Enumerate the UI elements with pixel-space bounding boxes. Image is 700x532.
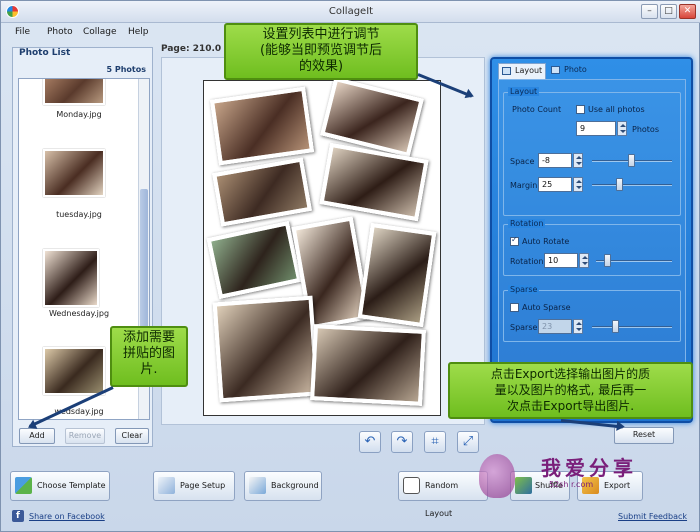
close-button[interactable]: ✕: [679, 4, 696, 19]
watermark-subtitle: 52sh r.com: [549, 480, 594, 489]
photo-list-title: Photo List: [19, 48, 71, 58]
clear-button[interactable]: Clear: [115, 428, 149, 444]
photos-unit-label: Photos: [632, 125, 659, 134]
collage-photo[interactable]: [212, 295, 320, 403]
menu-photo[interactable]: Photo: [47, 27, 73, 37]
margin-label: Margin: [510, 181, 538, 190]
sparse-slider-track[interactable]: [592, 326, 672, 328]
collage-photo[interactable]: [209, 86, 315, 166]
layout-group: Layout Photo Count Use all photos 9 Phot…: [503, 87, 681, 216]
photo-thumbnail[interactable]: [43, 79, 105, 105]
margin-slider-track[interactable]: [592, 184, 672, 186]
rotation-spinner[interactable]: [579, 253, 589, 268]
sparse-group: Sparse Auto Sparse Sparse 23: [503, 285, 681, 342]
collage-photo[interactable]: [319, 142, 429, 222]
tip-callout-settings: 设置列表中进行调节 (能够当即预览调节后 的效果): [224, 23, 418, 80]
tab-photo[interactable]: Photo: [548, 63, 594, 79]
photo-thumbnail[interactable]: [43, 249, 99, 307]
auto-rotate-label: Auto Rotate: [522, 237, 570, 246]
margin-slider-handle[interactable]: [616, 178, 623, 191]
dice-icon: [403, 477, 420, 494]
maximize-button[interactable]: □: [660, 4, 677, 19]
rotation-slider-handle[interactable]: [604, 254, 611, 267]
window-title: CollageIt: [328, 6, 374, 17]
facebook-icon[interactable]: f: [12, 510, 24, 522]
menu-collage[interactable]: Collage: [83, 27, 117, 37]
collage-photo[interactable]: [206, 220, 302, 300]
crop-button[interactable]: ⌗: [424, 431, 446, 453]
rotation-group: Rotation Auto Rotate Rotation 10: [503, 219, 681, 276]
sparse-input[interactable]: 23: [538, 319, 572, 334]
add-button[interactable]: Add: [19, 428, 55, 444]
collage-photo[interactable]: [310, 324, 426, 406]
background-icon: [249, 477, 266, 494]
layout-icon: [502, 67, 511, 75]
photo-count-spinner[interactable]: [617, 121, 627, 136]
photo-icon: [551, 66, 560, 74]
collage-photo[interactable]: [357, 222, 437, 328]
photo-count-label: Photo Count: [512, 105, 562, 114]
space-input[interactable]: -8: [538, 153, 572, 168]
rotation-group-title: Rotation: [508, 219, 546, 228]
margin-spinner[interactable]: [573, 177, 583, 192]
share-on-facebook-link[interactable]: Share on Facebook: [29, 512, 105, 521]
undo-button[interactable]: ↶: [359, 431, 381, 453]
photo-thumbnail[interactable]: [43, 149, 105, 197]
photo-count-input[interactable]: 9: [576, 121, 616, 136]
page-setup-button[interactable]: Page Setup: [153, 471, 235, 501]
remove-button[interactable]: Remove: [65, 428, 105, 444]
auto-rotate-checkbox[interactable]: [510, 235, 519, 246]
auto-sparse-checkbox[interactable]: [510, 303, 519, 312]
photo-thumbnail[interactable]: [43, 347, 105, 395]
fit-icon: ⤢: [462, 434, 474, 449]
page-setup-icon: [158, 477, 175, 494]
choose-template-button[interactable]: Choose Template: [10, 471, 110, 501]
sparse-group-title: Sparse: [508, 285, 540, 294]
redo-icon: ↷: [396, 434, 408, 449]
rotation-label: Rotation: [510, 257, 544, 266]
menu-help[interactable]: Help: [128, 27, 149, 37]
background-button[interactable]: Background: [244, 471, 322, 501]
photo-filename: Monday.jpg: [56, 110, 102, 119]
sparse-slider-handle[interactable]: [612, 320, 619, 333]
crop-icon: ⌗: [431, 434, 439, 449]
auto-sparse-label: Auto Sparse: [522, 303, 571, 312]
photo-count-label: 5 Photos: [106, 65, 147, 74]
collage-photo[interactable]: [212, 157, 312, 227]
space-spinner[interactable]: [573, 153, 583, 168]
sparse-label: Sparse: [510, 323, 538, 332]
app-window: CollageIt – □ ✕ File Photo Collage Help …: [0, 0, 700, 532]
butterfly-icon: [479, 454, 515, 498]
undo-icon: ↶: [364, 434, 376, 449]
redo-button[interactable]: ↷: [391, 431, 413, 453]
margin-input[interactable]: 25: [538, 177, 572, 192]
space-label: Space: [510, 157, 535, 166]
photo-filename: Wednesday.jpg: [48, 309, 110, 318]
sparse-spinner[interactable]: [573, 319, 583, 334]
watermark-logo: 我爱分享 52sh r.com: [469, 448, 697, 510]
tip-callout-add: 添加需要 拼贴的图 片.: [110, 326, 188, 387]
space-slider-handle[interactable]: [628, 154, 635, 167]
use-all-photos-checkbox[interactable]: [576, 105, 585, 114]
rotation-input[interactable]: 10: [544, 253, 578, 268]
minimize-button[interactable]: –: [641, 4, 658, 19]
photo-filename: wedsday.jpg: [54, 407, 104, 416]
collage-canvas-area: [161, 57, 485, 425]
watermark-title: 我爱分享: [541, 456, 637, 480]
use-all-photos-label: Use all photos: [588, 105, 645, 114]
layout-group-title: Layout: [508, 87, 540, 96]
submit-feedback-link[interactable]: Submit Feedback: [618, 512, 687, 521]
photo-filename: tuesday.jpg: [56, 210, 102, 219]
scrollbar-thumb[interactable]: [140, 189, 148, 329]
title-bar: CollageIt – □ ✕: [1, 1, 700, 23]
tip-callout-export: 点击Export选择输出图片的质 量以及图片的格式, 最后再一 次点击Expor…: [448, 362, 693, 419]
tab-layout[interactable]: Layout: [498, 63, 546, 79]
collage-page[interactable]: [203, 76, 441, 416]
template-icon: [15, 477, 32, 494]
photo-list-panel: Photo List 5 Photos Monday.jpg tuesday.j…: [12, 47, 153, 447]
menu-file[interactable]: File: [15, 27, 30, 37]
